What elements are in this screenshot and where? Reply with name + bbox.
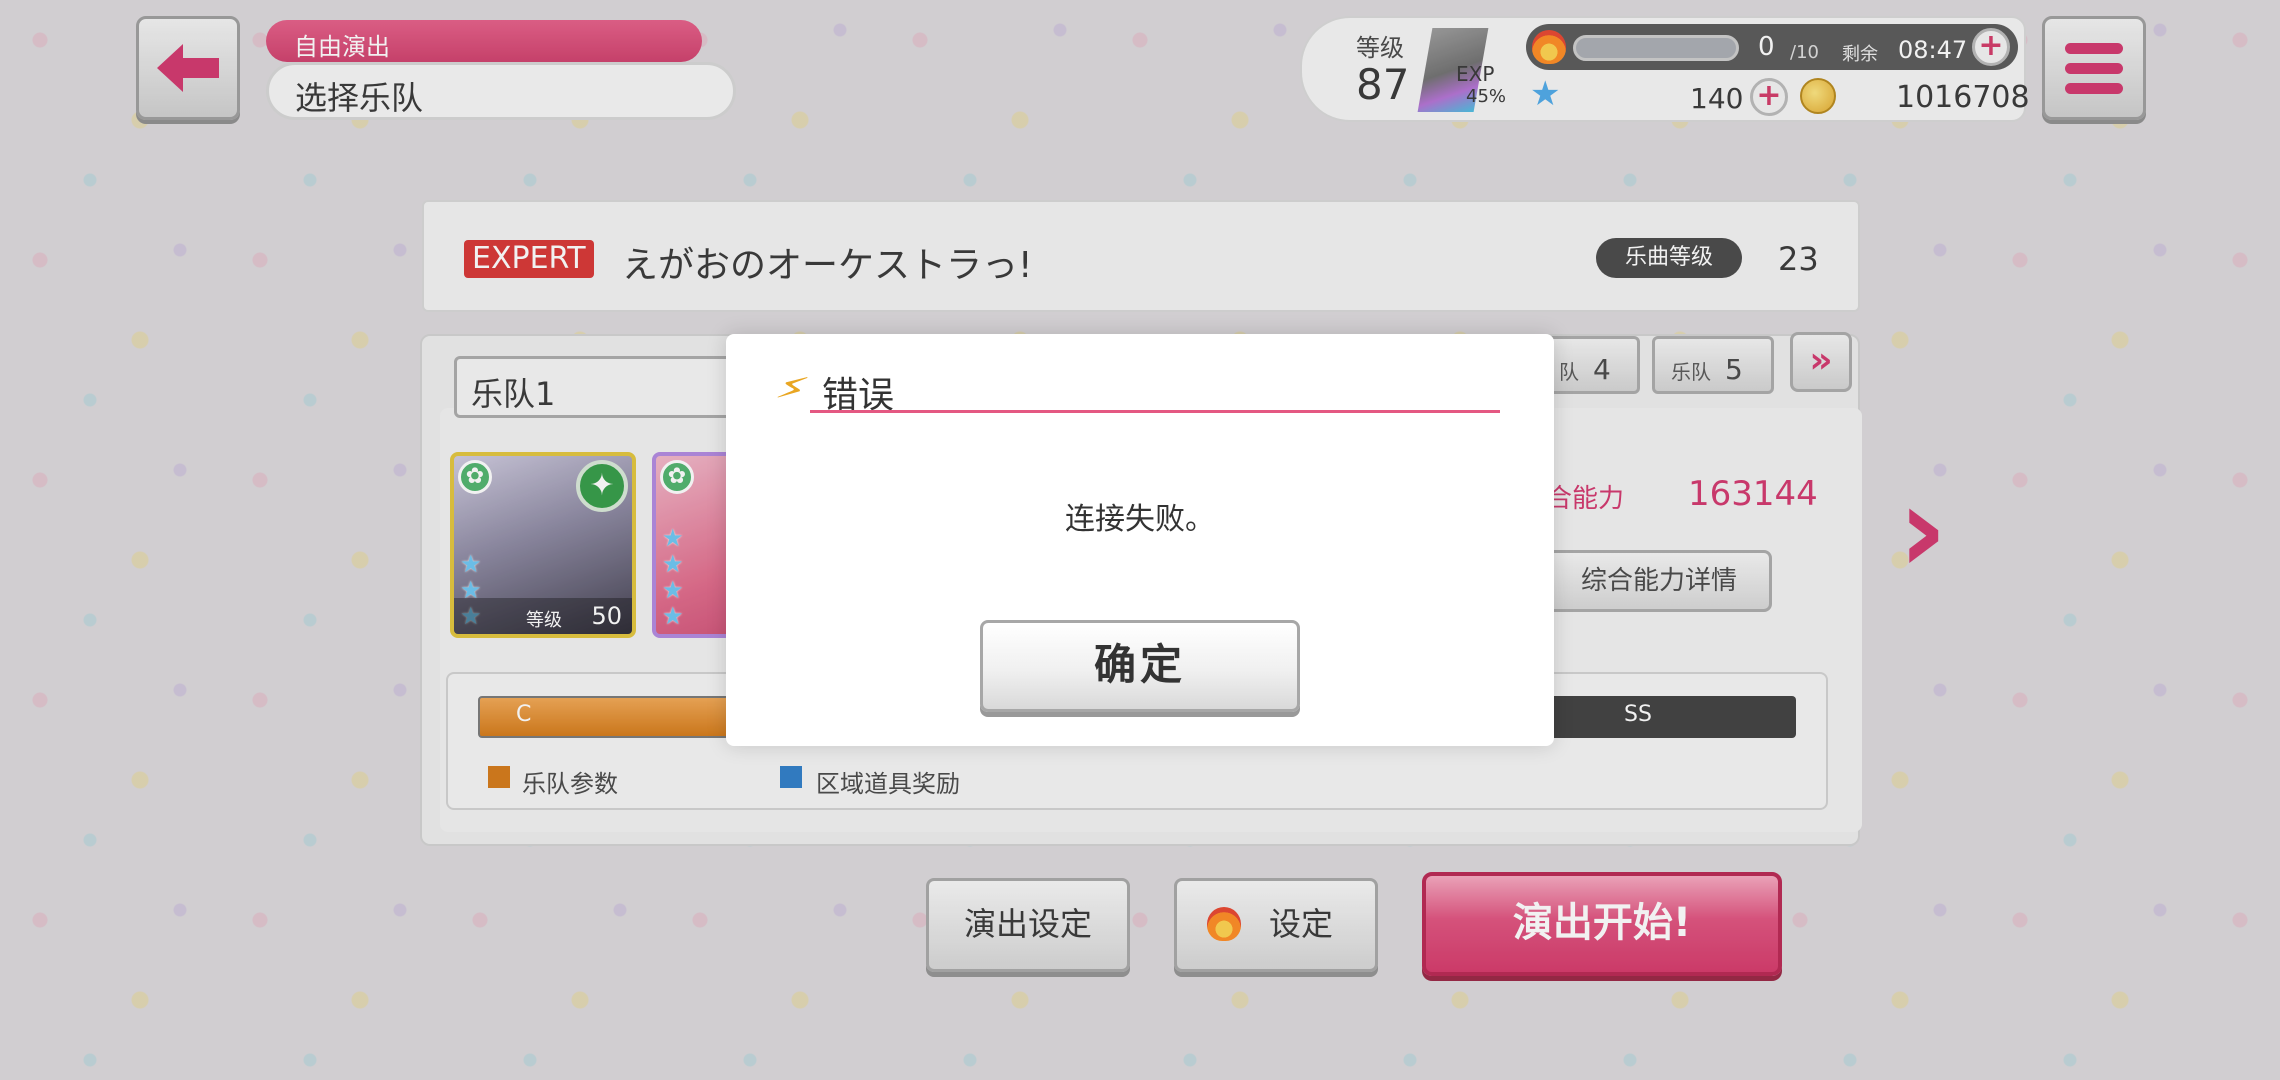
dialog-title-underline	[810, 410, 1500, 413]
dialog-message: 连接失败。	[1065, 502, 1215, 537]
confirm-button[interactable]: 确定	[980, 620, 1300, 712]
